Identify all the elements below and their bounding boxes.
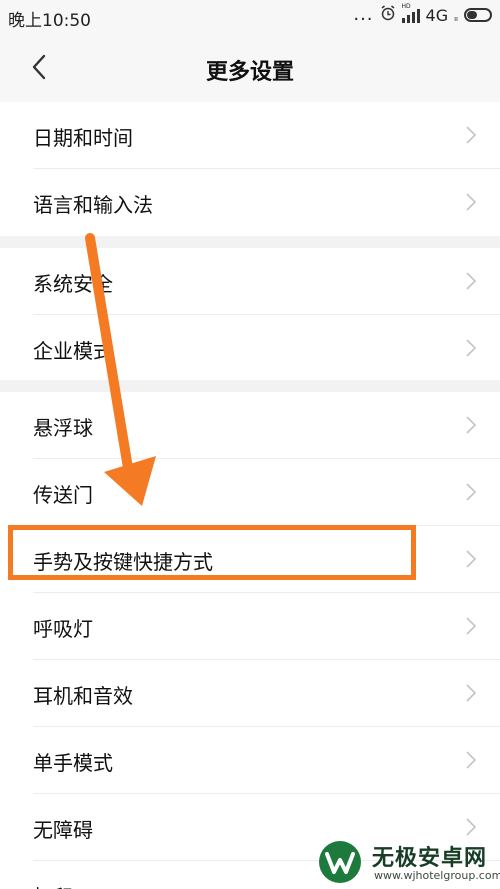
watermark-logo-icon <box>319 841 361 883</box>
watermark-url: www.wjhotelgroup.com <box>374 869 500 882</box>
annotation-highlight-box <box>8 525 416 580</box>
watermark-title: 无极安卓网 <box>372 846 488 871</box>
watermark: 无极安卓网 www.wjhotelgroup.com <box>318 836 500 889</box>
annotation-arrow <box>85 233 156 506</box>
